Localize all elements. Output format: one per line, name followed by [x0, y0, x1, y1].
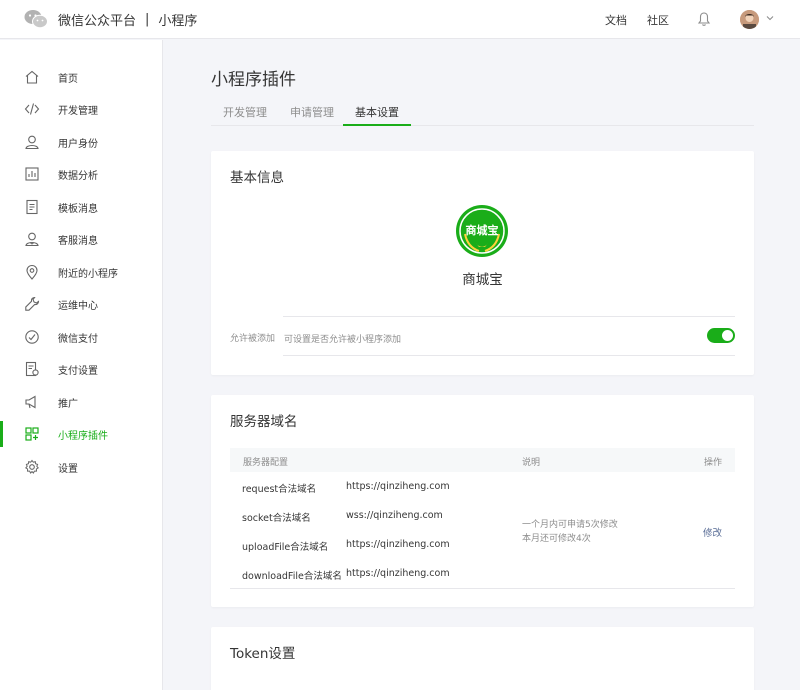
megaphone-icon: [25, 395, 36, 409]
sidebar-item-plugins[interactable]: 小程序插件: [0, 421, 163, 447]
column-header-config: 服务器配置: [243, 458, 289, 468]
home-icon: [25, 70, 39, 84]
sidebar-item-ops[interactable]: 运维中心: [0, 291, 163, 317]
sidebar-item-settings[interactable]: 设置: [0, 454, 163, 480]
user-icon: [25, 135, 39, 150]
product-name: 小程序: [158, 13, 198, 29]
server-domain-card: 服务器域名 服务器配置 说明 操作 request合法域名 https://qi…: [211, 395, 754, 607]
divider: [230, 588, 735, 589]
sidebar-item-label: 模板消息: [58, 204, 98, 215]
plugin-logo-icon: 商城宝: [456, 205, 508, 257]
brand-name: 微信公众平台: [58, 13, 137, 29]
bell-icon[interactable]: [697, 11, 711, 27]
sidebar-item-label: 支付设置: [58, 366, 98, 377]
plugin-logo-text: 商城宝: [466, 223, 499, 237]
document-icon: [26, 199, 38, 215]
sidebar-item-dev[interactable]: 开发管理: [0, 96, 163, 122]
sidebar-item-user[interactable]: 用户身份: [0, 129, 163, 155]
modify-remaining-note: 本月还可修改4次: [522, 534, 591, 544]
sidebar-item-template[interactable]: 模板消息: [0, 194, 163, 220]
sidebar-item-label: 数据分析: [58, 171, 98, 182]
avatar[interactable]: [740, 10, 759, 29]
sidebar-item-label: 运维中心: [58, 301, 98, 312]
pay-settings-icon: [25, 361, 39, 377]
allow-add-description: 可设置是否允许被小程序添加: [284, 335, 402, 345]
basic-info-card: 基本信息 商城宝 商城宝 允许被添加 可设置是否允许被小程序添加: [211, 151, 754, 375]
tab-basic-settings[interactable]: 基本设置: [343, 104, 411, 126]
tab-dev-manage[interactable]: 开发管理: [223, 104, 267, 126]
brand[interactable]: 微信公众平台 | 小程序: [24, 9, 197, 29]
docs-link[interactable]: 文档: [605, 12, 627, 28]
gear-icon: [25, 459, 39, 474]
brand-separator: |: [145, 11, 150, 27]
tab-bar: 开发管理 申请管理 基本设置: [211, 100, 754, 126]
allow-add-toggle[interactable]: [707, 328, 735, 343]
sidebar-item-label: 用户身份: [58, 139, 98, 150]
pay-icon: [25, 330, 39, 344]
sidebar-item-nearby[interactable]: 附近的小程序: [0, 259, 163, 285]
sidebar-item-label: 微信支付: [58, 334, 98, 345]
domain-type-request: request合法域名: [242, 484, 317, 495]
server-domain-title: 服务器域名: [230, 414, 298, 430]
sidebar-item-analytics[interactable]: 数据分析: [0, 161, 163, 187]
tab-apply-manage[interactable]: 申请管理: [290, 104, 334, 126]
location-icon: [26, 264, 38, 280]
plugin-grid-icon: [25, 427, 39, 441]
sidebar-item-label: 客服消息: [58, 236, 98, 247]
sidebar: 首页 开发管理 用户身份 数据分析 模板消息 客服消息 附近的小程序 运维中心 …: [0, 40, 163, 690]
modify-link[interactable]: 修改: [703, 525, 722, 539]
wechat-logo-icon: [24, 10, 48, 29]
chart-icon: [25, 167, 39, 181]
sidebar-item-home[interactable]: 首页: [0, 64, 163, 90]
sidebar-item-label: 开发管理: [58, 106, 98, 117]
code-icon: [24, 103, 40, 115]
column-header-action: 操作: [704, 458, 723, 468]
sidebar-item-service[interactable]: 客服消息: [0, 226, 163, 252]
domain-type-download: downloadFile合法域名: [242, 571, 342, 582]
chevron-down-icon[interactable]: [766, 15, 774, 21]
modify-limit-note: 一个月内可申请5次修改: [522, 520, 618, 530]
sidebar-item-label: 小程序插件: [58, 431, 108, 442]
service-icon: [25, 232, 39, 247]
divider: [283, 355, 735, 356]
plugin-name: 商城宝: [462, 272, 503, 288]
domain-value-upload: https://qinziheng.com: [346, 539, 450, 550]
domain-value-socket: wss://qinziheng.com: [346, 510, 443, 521]
domain-value-download: https://qinziheng.com: [346, 568, 450, 579]
basic-info-title: 基本信息: [230, 170, 284, 186]
community-link[interactable]: 社区: [647, 12, 669, 28]
top-header: 微信公众平台 | 小程序 文档 社区: [0, 0, 800, 39]
page-title: 小程序插件: [211, 70, 296, 90]
token-title: Token设置: [230, 646, 296, 662]
avatar-image-icon: [740, 10, 759, 29]
domain-type-socket: socket合法域名: [242, 513, 311, 524]
column-header-description: 说明: [522, 458, 541, 468]
sidebar-item-label: 首页: [58, 74, 78, 85]
sidebar-item-label: 推广: [58, 399, 78, 410]
sidebar-item-label: 附近的小程序: [58, 269, 118, 280]
domain-type-upload: uploadFile合法域名: [242, 542, 329, 553]
sidebar-item-label: 设置: [58, 464, 78, 475]
sidebar-item-promotion[interactable]: 推广: [0, 389, 163, 415]
table-header: 服务器配置 说明 操作: [230, 448, 735, 472]
domain-value-request: https://qinziheng.com: [346, 481, 450, 492]
divider: [283, 316, 735, 317]
wrench-icon: [25, 296, 40, 311]
sidebar-item-pay-settings[interactable]: 支付设置: [0, 356, 163, 382]
token-card: Token设置: [211, 627, 754, 690]
allow-add-label: 允许被添加: [230, 334, 276, 344]
sidebar-item-pay[interactable]: 微信支付: [0, 324, 163, 350]
